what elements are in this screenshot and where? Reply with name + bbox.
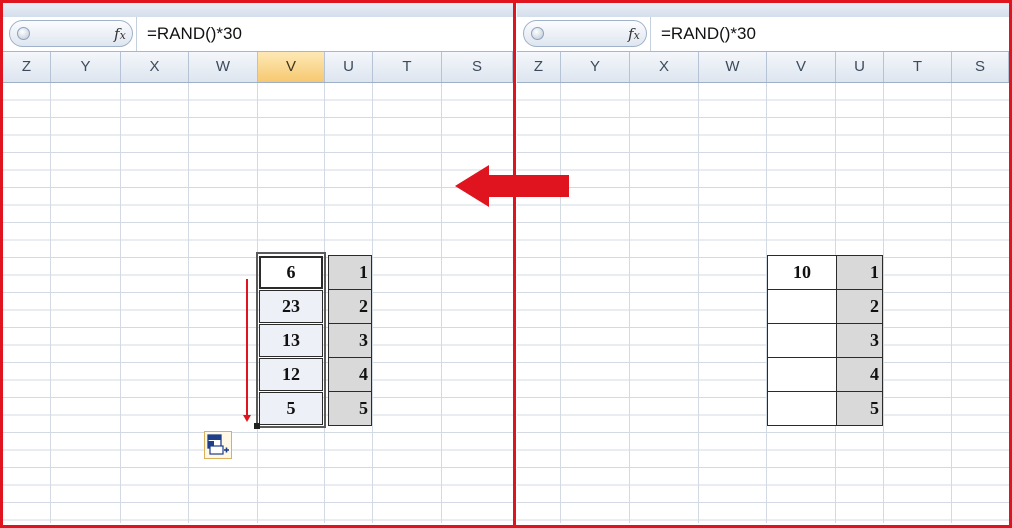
cell-u5[interactable]: 5 — [328, 391, 372, 426]
name-box-dropdown-icon[interactable] — [531, 27, 544, 40]
gridline — [120, 83, 121, 523]
formula-bar: fx =RAND()*30 — [517, 17, 1009, 52]
column-header-w[interactable]: W — [189, 52, 258, 82]
name-box[interactable]: fx — [523, 20, 647, 47]
formula-input[interactable]: =RAND()*30 — [147, 24, 242, 44]
fx-icon[interactable]: fx — [114, 25, 126, 43]
column-header-v[interactable]: V — [767, 52, 836, 82]
column-header-y[interactable]: Y — [51, 52, 121, 82]
cell-v4[interactable] — [767, 357, 837, 392]
cell-grid[interactable] — [517, 83, 1009, 523]
cell-u5[interactable]: 5 — [836, 391, 883, 426]
cell-v1[interactable]: 10 — [767, 255, 837, 290]
left-arrow-icon — [455, 165, 569, 207]
auto-fill-options-icon[interactable] — [204, 431, 232, 459]
column-headers: Z Y X W V U T S — [3, 52, 513, 83]
fx-icon[interactable]: fx — [628, 25, 640, 43]
column-header-y[interactable]: Y — [561, 52, 630, 82]
left-spreadsheet: fx =RAND()*30 Z Y X W V U T S 6 23 13 12… — [3, 3, 513, 523]
cell-v3[interactable] — [767, 323, 837, 358]
cell-v1[interactable]: 6 — [259, 256, 323, 289]
cell-v4[interactable]: 12 — [259, 358, 323, 391]
cell-v2[interactable] — [767, 289, 837, 324]
ribbon-strip — [3, 3, 513, 18]
column-header-z[interactable]: Z — [3, 52, 51, 82]
cell-u4[interactable]: 4 — [328, 357, 372, 392]
cell-u2[interactable]: 2 — [328, 289, 372, 324]
cell-u3[interactable]: 3 — [836, 323, 883, 358]
gridline — [188, 83, 189, 523]
cell-v5[interactable] — [767, 391, 837, 426]
column-header-u[interactable]: U — [325, 52, 373, 82]
cell-u1[interactable]: 1 — [836, 255, 883, 290]
column-headers: Z Y X W V U T S — [517, 52, 1009, 83]
ribbon-strip — [517, 3, 1009, 18]
gridline — [560, 83, 561, 523]
gridline — [951, 83, 952, 523]
fill-handle[interactable] — [254, 423, 260, 429]
cell-u1[interactable]: 1 — [328, 255, 372, 290]
cell-u2[interactable]: 2 — [836, 289, 883, 324]
column-header-s[interactable]: S — [442, 52, 513, 82]
column-header-x[interactable]: X — [630, 52, 699, 82]
gridline — [629, 83, 630, 523]
gridline — [50, 83, 51, 523]
right-spreadsheet: fx =RAND()*30 Z Y X W V U T S 10 1 2 3 4… — [517, 3, 1009, 523]
formula-bar-divider — [650, 17, 651, 51]
cell-v3[interactable]: 13 — [259, 324, 323, 357]
cell-v5[interactable]: 5 — [259, 392, 323, 425]
gridline — [372, 83, 373, 523]
column-header-w[interactable]: W — [699, 52, 767, 82]
formula-input[interactable]: =RAND()*30 — [661, 24, 756, 44]
cell-u3[interactable]: 3 — [328, 323, 372, 358]
drag-direction-line — [246, 279, 248, 416]
cell-v2[interactable]: 23 — [259, 290, 323, 323]
column-header-z[interactable]: Z — [517, 52, 561, 82]
column-header-s[interactable]: S — [952, 52, 1009, 82]
column-header-v[interactable]: V — [258, 52, 325, 82]
column-header-u[interactable]: U — [836, 52, 884, 82]
column-header-x[interactable]: X — [121, 52, 189, 82]
name-box-dropdown-icon[interactable] — [17, 27, 30, 40]
drag-direction-arrowhead — [243, 415, 251, 422]
formula-bar: fx =RAND()*30 — [3, 17, 513, 52]
gridline — [883, 83, 884, 523]
name-box[interactable]: fx — [9, 20, 133, 47]
column-header-t[interactable]: T — [373, 52, 442, 82]
cell-u4[interactable]: 4 — [836, 357, 883, 392]
column-header-t[interactable]: T — [884, 52, 952, 82]
formula-bar-divider — [136, 17, 137, 51]
gridline — [441, 83, 442, 523]
gridline — [698, 83, 699, 523]
